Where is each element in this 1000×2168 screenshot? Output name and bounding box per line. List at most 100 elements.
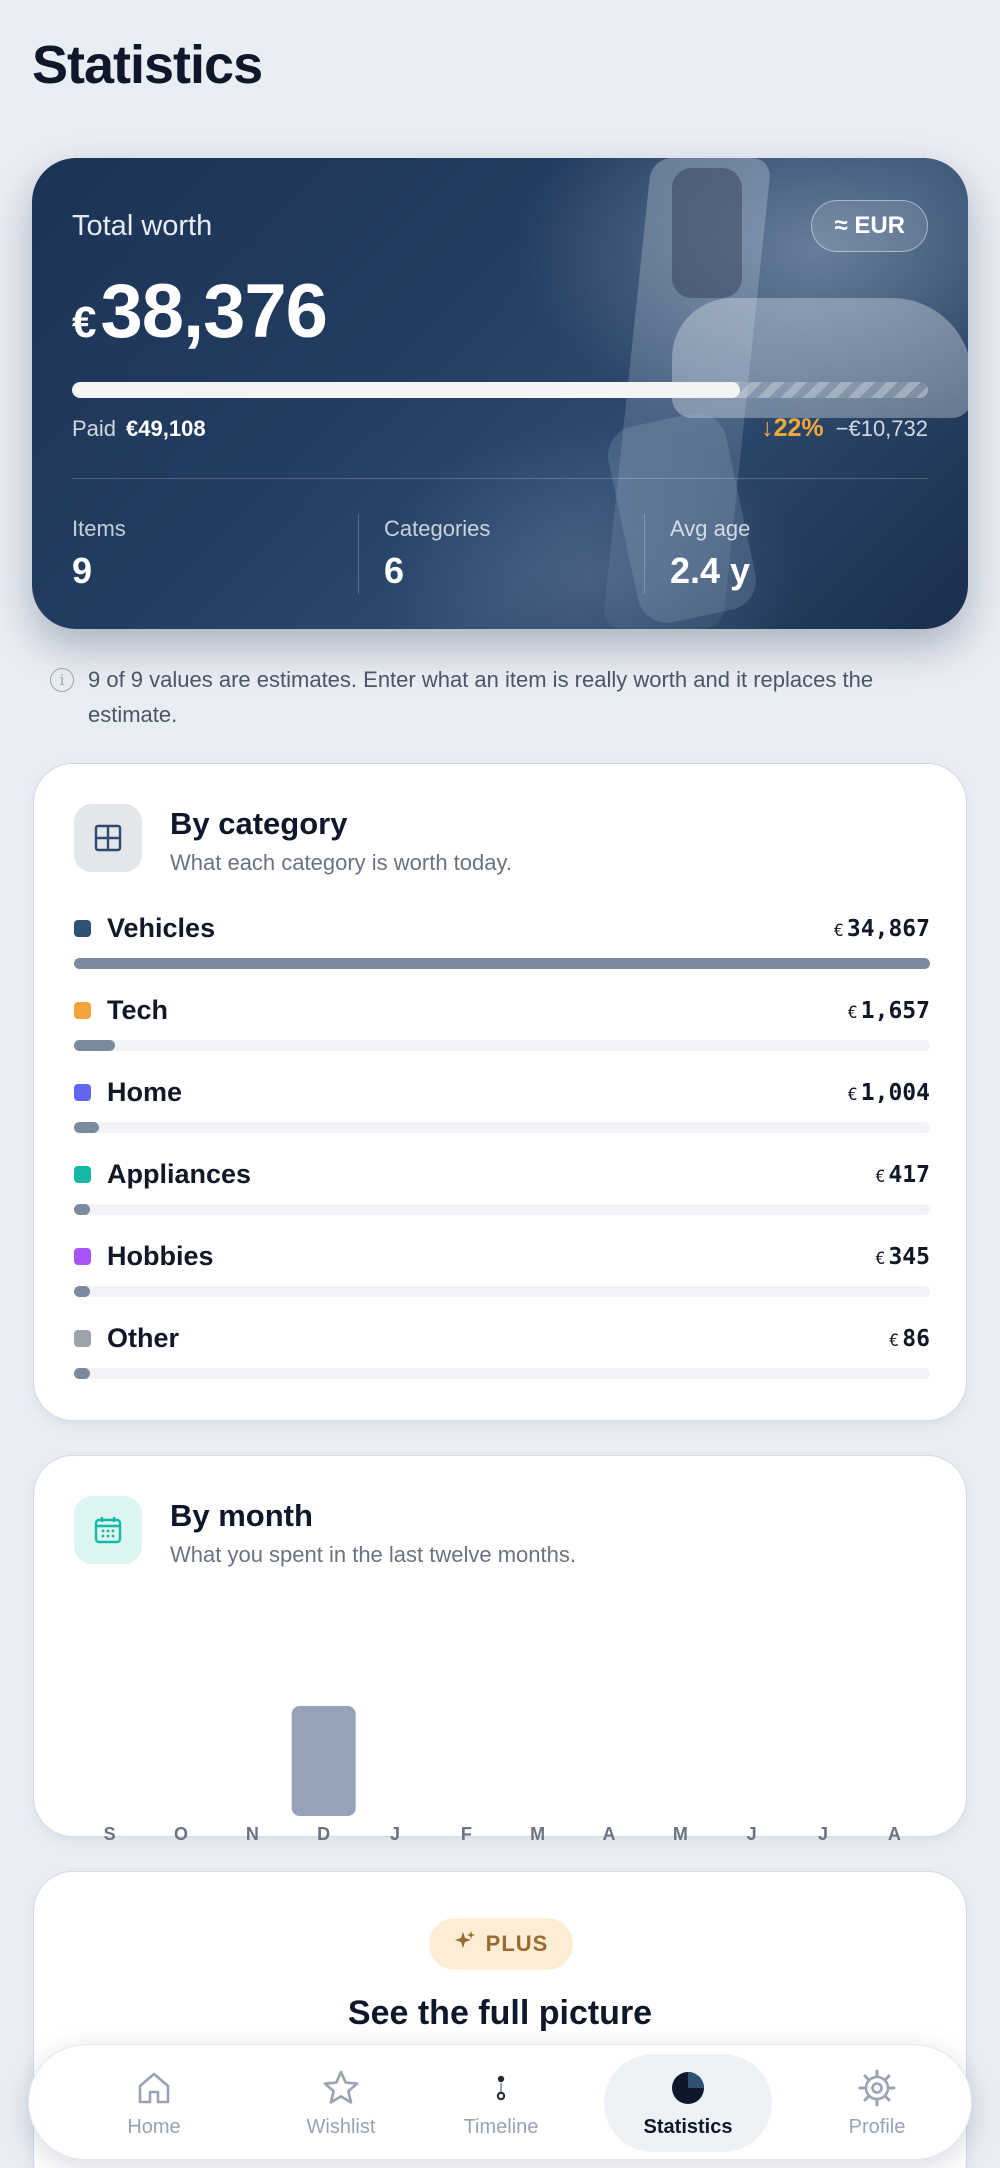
depreciation-amount: −€10,732: [835, 416, 928, 441]
category-color-dot: [74, 920, 91, 937]
category-color-dot: [74, 1002, 91, 1019]
plus-badge: PLUS: [429, 1918, 573, 1970]
currency-symbol: €: [875, 1248, 886, 1269]
month-tick-label: S: [104, 1824, 116, 1844]
card-header: By category What each category is worth …: [74, 804, 512, 876]
month-tick-label: N: [246, 1824, 259, 1844]
tab-label: Statistics: [643, 2115, 733, 2138]
category-color-dot: [74, 1084, 91, 1101]
category-value: €345: [875, 1244, 930, 1270]
category-row-home[interactable]: Home €1,004: [74, 1077, 930, 1133]
category-label: Hobbies: [107, 1241, 214, 1271]
currency-button[interactable]: ≈ EUR: [811, 200, 928, 252]
category-bar-fill: [74, 1122, 99, 1133]
stat-categories: Categories 6: [384, 516, 490, 592]
month-tick-label: D: [317, 1824, 330, 1844]
category-row-header: Appliances €417: [74, 1159, 930, 1190]
month-tick-label: A: [888, 1824, 901, 1844]
tab-wishlist[interactable]: Wishlist: [256, 2045, 426, 2161]
total-worth-card: Total worth ≈ EUR € 38,376 Paid €49,108 ↓…: [32, 158, 968, 629]
category-amount: 1,657: [860, 997, 930, 1024]
month-tick-label: A: [603, 1824, 616, 1844]
category-label: Home: [107, 1077, 183, 1107]
month-tick-label: J: [818, 1824, 828, 1844]
stat-value: 2.4 y: [670, 550, 751, 591]
month-tick-label: M: [673, 1824, 688, 1844]
currency-symbol: €: [72, 298, 97, 347]
total-worth-label: Total worth: [72, 210, 213, 242]
category-value: €34,867: [834, 916, 930, 942]
plus-label: PLUS: [485, 1931, 549, 1956]
monthly-spend-chart: SONDJFMAMJJA: [104, 1706, 901, 1844]
tab-home[interactable]: Home: [69, 2045, 239, 2161]
category-value: €86: [889, 1326, 930, 1352]
category-name: Hobbies: [74, 1241, 214, 1272]
category-bar-track: [74, 1122, 930, 1133]
card-header: By month What you spent in the last twel…: [74, 1496, 576, 1568]
total-worth-value: € 38,376: [72, 268, 328, 355]
category-row-tech[interactable]: Tech €1,657: [74, 995, 930, 1051]
category-bar-track: [74, 1368, 930, 1379]
by-month-card: By month What you spent in the last twel…: [33, 1455, 967, 1844]
category-color-dot: [74, 1330, 91, 1347]
stat-label: Avg age: [670, 516, 751, 541]
category-row-vehicles[interactable]: Vehicles €34,867: [74, 913, 930, 969]
category-label: Vehicles: [107, 913, 216, 943]
category-row-other[interactable]: Other €86: [74, 1323, 930, 1379]
category-label: Appliances: [107, 1159, 252, 1189]
tab-timeline[interactable]: Timeline: [416, 2045, 586, 2161]
category-color-dot: [74, 1166, 91, 1183]
category-bar-fill: [74, 1368, 90, 1379]
month-bar: [291, 1706, 356, 1816]
tab-statistics[interactable]: Statistics: [604, 2045, 772, 2161]
category-color-dot: [74, 1248, 91, 1265]
category-row-header: Vehicles €34,867: [74, 913, 930, 944]
pie-chart-icon: [672, 2071, 704, 2104]
tab-label: Profile: [848, 2115, 906, 2138]
category-row-header: Tech €1,657: [74, 995, 930, 1026]
stat-value: 9: [72, 550, 93, 591]
depreciation-percent: ↓22%: [761, 414, 824, 442]
category-row-header: Hobbies €345: [74, 1241, 930, 1272]
card-title: By category: [170, 806, 348, 841]
sparkle-icon: [454, 1930, 476, 1958]
category-amount: 1,004: [860, 1079, 930, 1106]
plus-title: See the full picture: [347, 1994, 653, 2032]
hero-photo-detail: [672, 168, 742, 298]
total-worth-amount: 38,376: [100, 269, 327, 354]
worth-progress-fill: [72, 382, 740, 398]
category-bar-fill: [74, 1286, 90, 1297]
stat-items: Items 9: [72, 516, 126, 592]
currency-symbol: €: [847, 1002, 858, 1023]
paid-total: Paid €49,108: [72, 416, 206, 442]
category-label: Other: [107, 1323, 180, 1353]
category-bar-track: [74, 1040, 930, 1051]
category-amount: 345: [888, 1243, 930, 1270]
star-icon: [323, 2070, 359, 2104]
card-title: By month: [170, 1498, 313, 1533]
category-label: Tech: [107, 995, 169, 1025]
category-value: €1,657: [848, 998, 931, 1024]
stat-value: 6: [384, 550, 405, 591]
estimates-note-text: 9 of 9 values are estimates. Enter what …: [88, 667, 874, 727]
bottom-tab-bar: Home Wishlist Timeline Statistics Profil…: [28, 2044, 972, 2160]
category-bar-fill: [74, 958, 930, 969]
category-amount: 86: [902, 1325, 930, 1352]
category-row-hobbies[interactable]: Hobbies €345: [74, 1241, 930, 1297]
category-value: €417: [875, 1162, 930, 1188]
currency-symbol: €: [889, 1330, 900, 1351]
category-bar-track: [74, 958, 930, 969]
category-row-header: Home €1,004: [74, 1077, 930, 1108]
grid-icon: [74, 804, 142, 872]
month-tick-label: J: [390, 1824, 400, 1844]
worth-progress-bar: [72, 382, 928, 398]
month-tick-label: O: [174, 1824, 188, 1844]
category-bar-fill: [74, 1040, 116, 1051]
tab-label: Wishlist: [306, 2115, 376, 2138]
divider: [644, 514, 645, 594]
category-row-appliances[interactable]: Appliances €417: [74, 1159, 930, 1215]
tab-profile[interactable]: Profile: [792, 2045, 962, 2161]
category-bar-fill: [74, 1204, 90, 1215]
month-tick-label: J: [747, 1824, 757, 1844]
category-amount: 417: [888, 1161, 930, 1188]
